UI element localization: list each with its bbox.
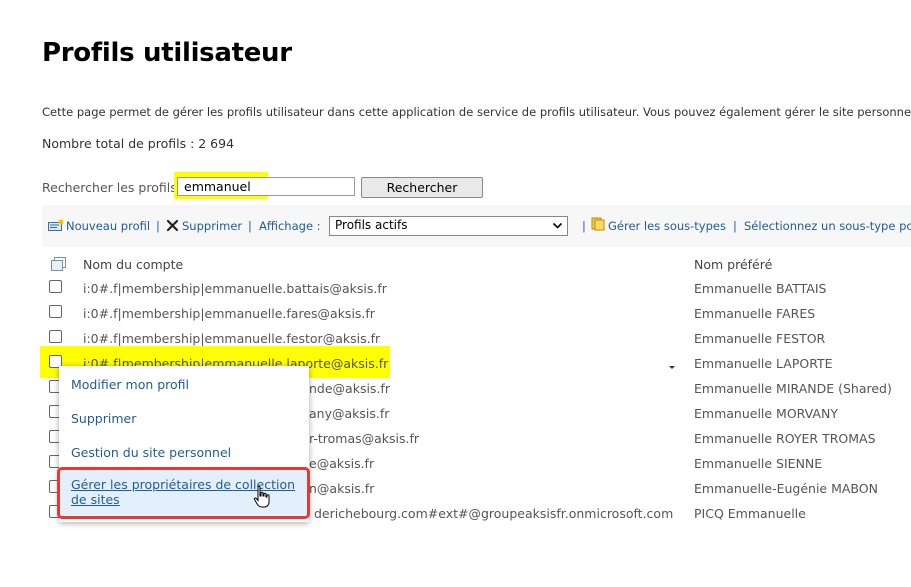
menu-item-delete[interactable]: Supprimer (71, 411, 136, 426)
delete-icon (166, 217, 179, 236)
account-name[interactable]: i:0#.f|membership|emmanuelle.festor@aksi… (83, 331, 380, 346)
account-name[interactable]: n@aksis.fr (309, 481, 374, 496)
search-label: Rechercher les profils (42, 180, 177, 195)
account-name[interactable]: any@aksis.fr (309, 406, 389, 421)
row-menu-arrow-icon[interactable] (668, 356, 676, 375)
preferred-name: Emmanuelle BATTAIS (694, 281, 827, 296)
account-name[interactable]: e@aksis.fr (309, 456, 374, 471)
column-header-preferred[interactable]: Nom préféré (694, 257, 772, 272)
chevron-down-icon (552, 220, 563, 234)
row-checkbox[interactable] (49, 330, 62, 343)
menu-item-personal-site[interactable]: Gestion du site personnel (71, 445, 231, 460)
preferred-name: Emmanuelle ROYER TROMAS (694, 431, 876, 446)
menu-item-manage-site-owners[interactable]: Gérer les propriétaires de collection de… (71, 477, 311, 507)
subtypes-icon (591, 216, 607, 235)
view-select-value: Profils actifs (335, 218, 408, 232)
account-name[interactable]: i:0#.f|membership|emmanuelle.fares@aksis… (83, 306, 375, 321)
new-profile-icon (48, 217, 64, 236)
manage-subtypes-link[interactable]: Gérer les sous-types (608, 219, 726, 233)
account-name[interactable]: derichebourg.com#ext#@groupeaksisfr.onmi… (314, 506, 673, 521)
preferred-name: Emmanuelle FESTOR (694, 331, 826, 346)
page-title: Profils utilisateur (42, 38, 292, 68)
delete-link[interactable]: Supprimer (182, 219, 242, 233)
menu-item-edit-profile[interactable]: Modifier mon profil (71, 377, 189, 392)
column-header-account[interactable]: Nom du compte (83, 257, 183, 272)
search-button[interactable]: Rechercher (361, 177, 483, 198)
toolbar-separator: | (156, 219, 160, 233)
view-select[interactable]: Profils actifs (329, 216, 568, 236)
account-name[interactable]: r-tromas@aksis.fr (309, 431, 419, 446)
select-all-icon[interactable] (51, 256, 67, 275)
toolbar-separator: | (733, 219, 737, 233)
search-input[interactable] (177, 177, 355, 196)
preferred-name: Emmanuelle-Eugénie MABON (694, 481, 878, 496)
toolbar-separator: | (582, 219, 586, 233)
row-checkbox[interactable] (49, 305, 62, 318)
view-label: Affichage : (259, 219, 321, 233)
preferred-name: PICQ Emmanuelle (694, 506, 806, 521)
toolbar-separator: | (248, 219, 252, 233)
preferred-name: Emmanuelle LAPORTE (694, 356, 833, 371)
new-profile-link[interactable]: Nouveau profil (66, 219, 150, 233)
select-subtype-link[interactable]: Sélectionnez un sous-type po (744, 219, 911, 233)
account-name[interactable]: i:0#.f|membership|emmanuelle.battais@aks… (83, 281, 387, 296)
page-description: Cette page permet de gérer les profils u… (42, 105, 911, 119)
preferred-name: Emmanuelle MORVANY (694, 406, 838, 421)
preferred-name: Emmanuelle SIENNE (694, 456, 823, 471)
preferred-name: Emmanuelle MIRANDE (Shared) (694, 381, 892, 396)
row-checkbox[interactable] (49, 280, 62, 293)
hand-cursor-icon (253, 485, 271, 513)
account-name[interactable]: nde@aksis.fr (309, 381, 390, 396)
preferred-name: Emmanuelle FARES (694, 306, 816, 321)
total-profiles: Nombre total de profils : 2 694 (42, 136, 235, 151)
